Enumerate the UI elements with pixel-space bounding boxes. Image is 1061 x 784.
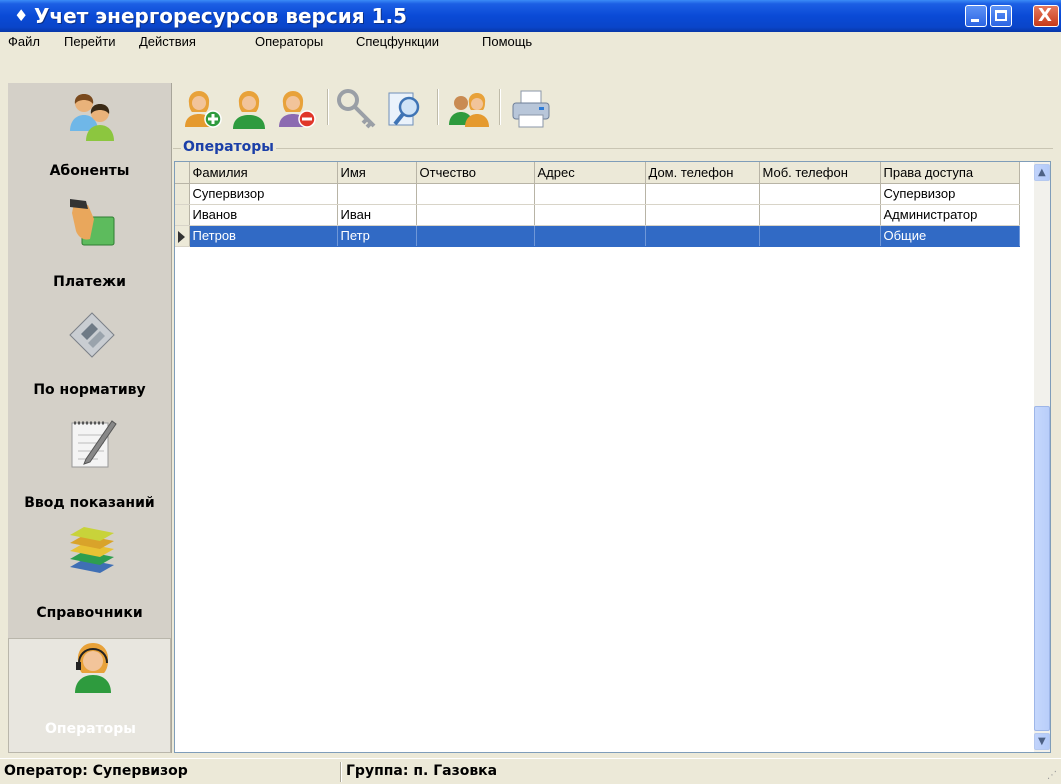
key-icon[interactable]	[335, 87, 379, 131]
table-cell[interactable]	[416, 225, 535, 247]
table-cell[interactable]: Супервизор	[880, 183, 1020, 205]
toolbar-separator	[437, 89, 439, 125]
table-cell[interactable]	[645, 225, 760, 247]
sidebar-item-payments[interactable]: Платежи	[8, 195, 171, 300]
menu-bar: Файл Перейти Действия Операторы Спецфунк…	[0, 32, 1061, 52]
sidebar-item-label: Платежи	[53, 274, 126, 290]
menu-actions[interactable]: Действия	[139, 34, 196, 50]
operator-icon	[75, 643, 111, 693]
current-row-arrow-icon	[178, 230, 185, 243]
table-cell[interactable]	[645, 183, 760, 205]
table-row[interactable]: Иванов Иван Администратор	[175, 204, 1020, 226]
row-indicator[interactable]	[175, 204, 190, 226]
group-box-border	[173, 148, 1053, 149]
scroll-up-button[interactable]: ▲	[1034, 164, 1050, 181]
menu-help[interactable]: Помощь	[482, 34, 532, 50]
column-header[interactable]: Отчество	[416, 162, 535, 184]
close-icon: X	[1038, 5, 1052, 26]
delete-operator-icon[interactable]	[275, 87, 319, 131]
sidebar-item-readings[interactable]: Ввод показаний	[8, 413, 171, 518]
table-cell[interactable]	[759, 183, 881, 205]
sidebar-item-label: Абоненты	[49, 163, 130, 179]
find-icon[interactable]	[383, 87, 427, 131]
window-title: Учет энергоресурсов версия 1.5	[34, 4, 407, 28]
menu-file[interactable]: Файл	[8, 34, 40, 50]
sidebar-item-directories[interactable]: Справочники	[8, 523, 171, 628]
table-cell[interactable]: Администратор	[880, 204, 1020, 226]
toolbar-separator	[499, 89, 501, 125]
minimize-icon	[971, 19, 979, 22]
status-operator: Оператор: Супервизор	[4, 763, 188, 779]
menu-operators[interactable]: Операторы	[255, 34, 323, 50]
table-cell[interactable]	[759, 204, 881, 226]
row-indicator-header	[175, 162, 190, 184]
toolbar	[175, 83, 605, 135]
status-bar: Оператор: Супервизор Группа: п. Газовка …	[0, 758, 1061, 784]
column-header[interactable]: Дом. телефон	[645, 162, 760, 184]
calculator-icon	[69, 312, 115, 358]
books-icon	[70, 527, 114, 573]
status-separator	[340, 762, 342, 782]
table-cell[interactable]: Иванов	[189, 204, 338, 226]
column-header[interactable]: Моб. телефон	[759, 162, 881, 184]
column-header[interactable]: Адрес	[534, 162, 646, 184]
table-cell[interactable]: Иван	[337, 204, 417, 226]
minimize-button[interactable]	[965, 5, 987, 27]
row-indicator[interactable]	[175, 225, 190, 247]
sidebar-item-operators[interactable]: Операторы	[8, 638, 171, 753]
operators-table: Фамилия Имя Отчество Адрес Дом. телефон …	[174, 161, 1051, 753]
table-row[interactable]: Супервизор Супервизор	[175, 183, 1020, 205]
maximize-icon	[995, 10, 1007, 21]
table-cell[interactable]	[534, 225, 646, 247]
group-title: Операторы	[181, 139, 276, 155]
edit-operator-icon[interactable]	[227, 87, 271, 131]
column-header[interactable]: Права доступа	[880, 162, 1020, 184]
sidebar-item-label: Справочники	[36, 605, 143, 621]
maximize-button[interactable]	[990, 5, 1012, 27]
sidebar-item-norm[interactable]: По нормативу	[8, 303, 171, 408]
table-cell[interactable]	[416, 204, 535, 226]
printer-icon[interactable]	[509, 87, 553, 131]
table-row-selected[interactable]: Петров Петр Общие	[175, 225, 1020, 247]
sidebar-item-label: По нормативу	[33, 382, 146, 398]
column-header[interactable]: Фамилия	[189, 162, 338, 184]
toolbar-separator	[327, 89, 329, 125]
scrollbar-thumb[interactable]	[1034, 406, 1050, 731]
sidebar-item-subscribers[interactable]: Абоненты	[8, 83, 171, 193]
status-group: Группа: п. Газовка	[346, 763, 498, 779]
chevron-down-icon: ▼	[1038, 736, 1046, 747]
table-cell[interactable]	[337, 183, 417, 205]
close-button[interactable]: X	[1033, 5, 1059, 27]
vertical-scrollbar[interactable]: ▲ ▼	[1034, 162, 1050, 752]
sidebar: Абоненты Платежи По нормативу Ввод показ…	[8, 83, 172, 753]
chevron-up-icon: ▲	[1038, 167, 1046, 178]
scroll-down-button[interactable]: ▼	[1034, 733, 1050, 750]
app-icon: ♦	[14, 6, 29, 25]
resize-grip-icon[interactable]: ⋰	[1047, 770, 1057, 781]
table-cell[interactable]: Петр	[337, 225, 417, 247]
sidebar-item-label: Операторы	[45, 721, 136, 737]
menu-special[interactable]: Спецфункции	[356, 34, 439, 50]
title-bar: ♦ Учет энергоресурсов версия 1.5 X	[0, 0, 1061, 32]
table-cell[interactable]	[534, 204, 646, 226]
table-header-row: Фамилия Имя Отчество Адрес Дом. телефон …	[175, 162, 1020, 184]
table-cell[interactable]	[534, 183, 646, 205]
table-cell[interactable]	[759, 225, 881, 247]
row-indicator[interactable]	[175, 183, 190, 205]
sidebar-item-label: Ввод показаний	[24, 495, 155, 511]
payment-icon	[70, 199, 115, 246]
operator-group-icon[interactable]	[447, 87, 491, 131]
menu-go[interactable]: Перейти	[64, 34, 116, 50]
table-cell[interactable]	[645, 204, 760, 226]
table-cell[interactable]: Супервизор	[189, 183, 338, 205]
notepad-icon	[71, 420, 117, 468]
table-cell[interactable]: Общие	[880, 225, 1020, 247]
subscribers-icon	[70, 94, 114, 141]
column-header[interactable]: Имя	[337, 162, 417, 184]
table-cell[interactable]	[416, 183, 535, 205]
table-cell[interactable]: Петров	[189, 225, 338, 247]
add-operator-icon[interactable]	[181, 87, 225, 131]
